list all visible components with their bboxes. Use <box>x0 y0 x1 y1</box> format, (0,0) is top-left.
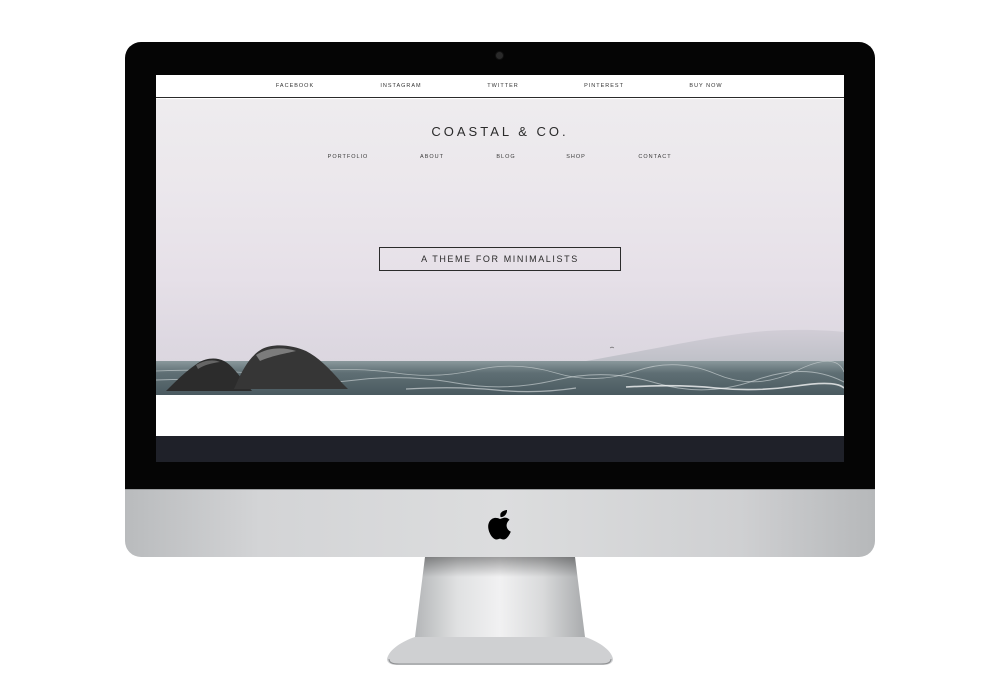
nav-item-about[interactable]: ABOUT <box>420 154 444 160</box>
topbar-link-pinterest[interactable]: PINTEREST <box>584 83 624 89</box>
monitor-stand <box>387 557 613 665</box>
topbar-link-twitter[interactable]: TWITTER <box>487 83 518 89</box>
topbar-link-buy-now[interactable]: BUY NOW <box>689 83 722 89</box>
nav-item-shop[interactable]: SHOP <box>566 154 586 160</box>
site-title[interactable]: COASTAL & CO. <box>156 124 844 139</box>
imac-mockup: FACEBOOK INSTAGRAM TWITTER PINTEREST BUY… <box>0 0 1000 700</box>
hero-section: COASTAL & CO. PORTFOLIO ABOUT BLOG SHOP … <box>156 99 844 395</box>
nav-item-portfolio[interactable]: PORTFOLIO <box>328 154 369 160</box>
hero-cta-button[interactable]: A THEME FOR MINIMALISTS <box>379 247 621 271</box>
nav-item-contact[interactable]: CONTACT <box>638 154 671 160</box>
topbar-link-facebook[interactable]: FACEBOOK <box>276 83 314 89</box>
social-topbar: FACEBOOK INSTAGRAM TWITTER PINTEREST BUY… <box>156 75 844 98</box>
topbar-link-instagram[interactable]: INSTAGRAM <box>380 83 421 89</box>
content-area <box>156 395 844 436</box>
nav-item-blog[interactable]: BLOG <box>496 154 515 160</box>
camera-icon <box>496 52 503 59</box>
apple-logo-icon <box>488 510 511 540</box>
website-screen: FACEBOOK INSTAGRAM TWITTER PINTEREST BUY… <box>156 75 844 462</box>
footer-bar <box>156 436 844 462</box>
